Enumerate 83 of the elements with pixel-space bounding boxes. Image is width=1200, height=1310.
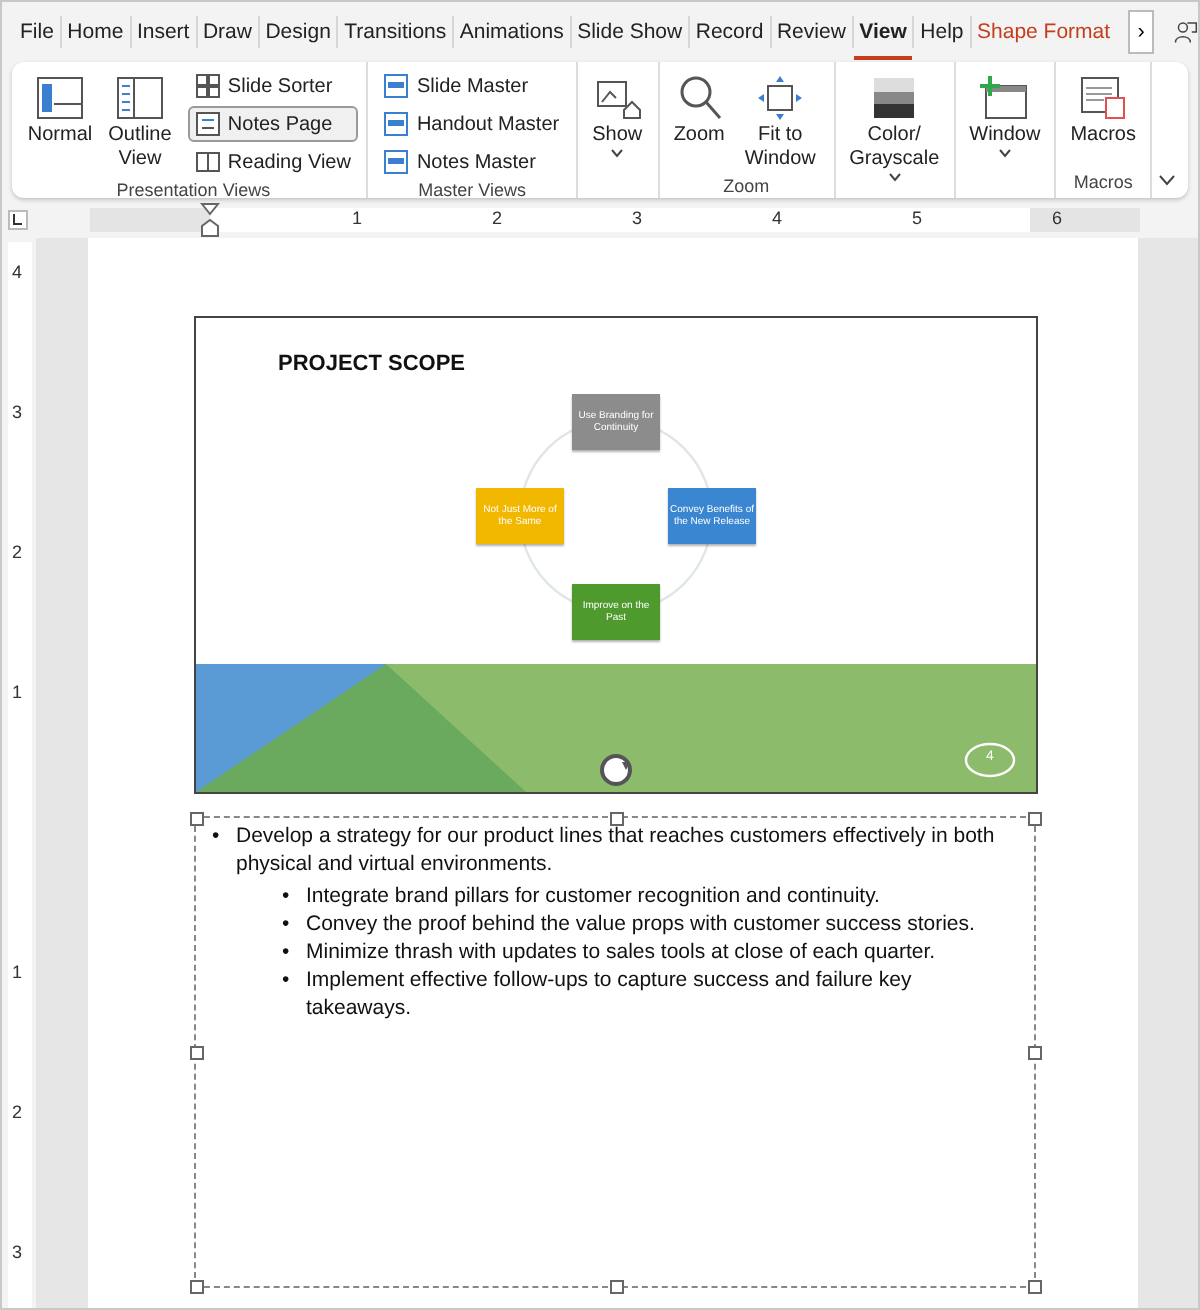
ribbon-button[interactable]: Outline View — [96, 68, 184, 180]
ruler-number: 4 — [772, 208, 783, 228]
rotate-handle-icon[interactable] — [596, 750, 636, 790]
resize-handle[interactable] — [190, 1280, 204, 1294]
normal-view-icon — [36, 76, 84, 120]
note-bullet-text: Minimize thrash with updates to sales tools at close of each quarter. — [306, 938, 936, 966]
outline-view-icon — [115, 76, 164, 120]
group-label: Master Views — [416, 180, 528, 200]
master-slide-icon — [384, 112, 409, 136]
ribbon-tab[interactable]: Review — [770, 5, 852, 59]
ribbon-button[interactable]: Slide Master — [376, 68, 568, 104]
ribbon-tab[interactable]: Record — [689, 5, 770, 59]
grayscale-icon — [872, 76, 917, 120]
master-slide-icon — [384, 74, 409, 98]
bullet-icon: • — [282, 938, 306, 966]
ribbon-button[interactable]: Reading View — [187, 144, 359, 180]
resize-handle[interactable] — [1028, 812, 1042, 826]
show-shapes-icon — [593, 76, 642, 120]
presenter-icon[interactable] — [1174, 16, 1198, 48]
resize-handle[interactable] — [1028, 1280, 1042, 1294]
ruler-number: 2 — [12, 542, 23, 562]
note-bullet-text: Convey the proof behind the value props with customer success stories. — [306, 910, 975, 938]
indent-marker-icon[interactable] — [200, 202, 220, 238]
resize-handle[interactable] — [1028, 1046, 1042, 1060]
ruler-number: 6 — [1052, 208, 1063, 228]
magnifier-icon — [675, 74, 724, 122]
ribbon-button[interactable]: Macros — [1064, 68, 1142, 172]
oval-shape — [964, 742, 1016, 778]
macro-sheet-icon — [1079, 76, 1128, 120]
group-label: Presentation Views — [114, 180, 273, 200]
ribbon-tab[interactable]: Animations — [453, 5, 570, 59]
book-icon — [195, 150, 220, 174]
ribbon-button[interactable]: Slide Sorter — [187, 68, 359, 104]
group-label: Macros — [1071, 172, 1135, 196]
ribbon-button[interactable]: Notes Master — [376, 144, 568, 180]
ribbon-tab[interactable]: Insert — [130, 5, 196, 59]
master-slide-icon — [384, 150, 409, 174]
ribbon-button[interactable]: Zoom — [667, 68, 732, 176]
more-tabs-button[interactable]: › — [1128, 10, 1155, 54]
ribbon-button[interactable]: Notes Page — [187, 106, 359, 142]
fit-window-icon — [756, 74, 805, 122]
ribbon-tab[interactable]: Design — [259, 5, 337, 59]
ruler-number: 3 — [12, 402, 23, 422]
ribbon-tab[interactable]: Help — [914, 5, 970, 59]
ribbon-button[interactable]: Normal — [28, 68, 92, 180]
chevron-down-icon[interactable] — [1158, 174, 1176, 186]
note-bullet-text: Develop a strategy for our product lines that reaches customers effectively in both physical and virtual environments. — [236, 822, 997, 878]
ribbon-tab[interactable]: Slide Show — [571, 5, 689, 59]
bullet-icon: • — [282, 882, 306, 910]
ribbon-tab[interactable]: Shape Format — [971, 5, 1117, 59]
ruler-number: 1 — [12, 962, 23, 982]
bullet-icon: • — [282, 966, 306, 1022]
grid-icon — [195, 74, 220, 98]
slide-title: PROJECT SCOPE — [278, 352, 466, 376]
resize-handle[interactable] — [190, 1046, 204, 1060]
ribbon-tab[interactable]: Transitions — [338, 5, 453, 59]
ribbon-tab[interactable]: File — [14, 5, 60, 59]
resize-handle[interactable] — [609, 1280, 623, 1294]
ribbon-button[interactable]: Show — [585, 68, 650, 172]
ruler-number: 2 — [492, 208, 503, 228]
bullet-icon: • — [282, 910, 306, 938]
ruler-number: 4 — [12, 262, 23, 282]
ruler-number: 2 — [12, 1102, 23, 1122]
bullet-icon: • — [212, 822, 236, 878]
resize-handle[interactable] — [190, 812, 204, 826]
notes-page-icon — [195, 112, 220, 136]
new-window-icon — [978, 76, 1031, 120]
ruler-number: 5 — [912, 208, 923, 228]
ruler-number: 1 — [12, 682, 23, 702]
resize-handle[interactable] — [609, 812, 623, 826]
note-bullet-text: Integrate brand pillars for customer recognition and continuity. — [306, 882, 880, 910]
ribbon-button[interactable]: Window — [963, 68, 1047, 172]
ruler-number: 1 — [352, 208, 363, 228]
ribbon-button[interactable]: Fit to Window — [735, 68, 826, 176]
ruler-number: 3 — [632, 208, 643, 228]
ribbon-tab[interactable]: Draw — [196, 5, 258, 59]
group-label: Zoom — [721, 176, 772, 198]
ribbon-tab[interactable]: Home — [61, 5, 130, 59]
ribbon-button[interactable]: Color/ Grayscale — [843, 68, 946, 186]
ruler-number: 3 — [12, 1242, 23, 1262]
tab-stop-icon[interactable] — [8, 210, 28, 230]
ribbon-button[interactable]: Handout Master — [376, 106, 568, 142]
note-bullet-text: Implement effective follow-ups to capture success and failure key takeaways. — [306, 966, 914, 1022]
